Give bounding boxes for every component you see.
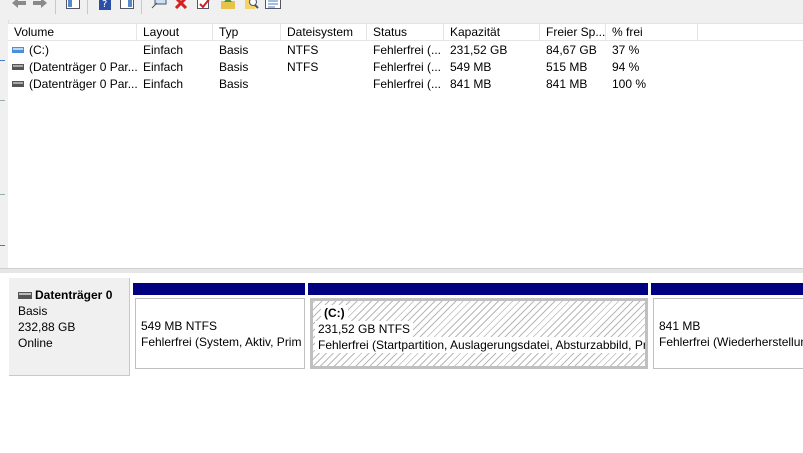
partition-status: Fehlerfrei (System, Aktiv, Prim — [141, 335, 302, 349]
disk-name: Datenträger 0 — [35, 288, 113, 302]
left-pane-marker — [0, 60, 5, 61]
column-header-volume[interactable]: Volume — [8, 24, 137, 41]
partition-title: (C:) — [321, 305, 348, 321]
partition-bar — [308, 283, 648, 295]
partition-body: 841 MB Fehlerfrei (Wiederherstellun — [653, 298, 803, 369]
partition-size: 841 MB — [659, 319, 701, 333]
disk-type: Basis — [18, 304, 48, 318]
cell-typ: Basis — [219, 77, 249, 91]
partition-recovery[interactable]: 841 MB Fehlerfrei (Wiederherstellun — [651, 283, 803, 369]
toolbar-separator — [141, 0, 142, 14]
connect-icon[interactable] — [150, 0, 168, 13]
disk-info-panel[interactable]: Datenträger 0 Basis 232,88 GB Online — [9, 278, 130, 376]
left-pane-marker — [0, 100, 5, 101]
cell-layout: Einfach — [143, 43, 184, 57]
back-arrow-icon[interactable] — [10, 0, 28, 13]
toolbar-separator — [55, 0, 56, 14]
cell-kapazitaet: 549 MB — [450, 60, 492, 74]
search-icon[interactable] — [243, 0, 261, 13]
cell-volume: (C:) — [29, 43, 49, 57]
disk-icon — [18, 291, 32, 299]
column-header-layout[interactable]: Layout — [137, 24, 213, 41]
show-pane-icon[interactable] — [64, 0, 82, 13]
disk-graphical-view: Datenträger 0 Basis 232,88 GB Online 549… — [0, 273, 803, 453]
volume-list: Volume Layout Typ Dateisystem Status Kap… — [8, 23, 803, 269]
cell-volume: (Datenträger 0 Par... — [29, 77, 137, 91]
cell-freier-speicher: 84,67 GB — [546, 43, 597, 57]
forward-arrow-icon[interactable] — [31, 0, 49, 13]
table-row[interactable]: (Datenträger 0 Par... Einfach Basis Fehl… — [8, 76, 803, 93]
partition-status: Fehlerfrei (Startpartition, Auslagerungs… — [315, 337, 645, 353]
disk-name-row: Datenträger 0 — [18, 287, 129, 303]
cell-dateisystem: NTFS — [287, 60, 319, 74]
properties-icon[interactable] — [118, 0, 136, 13]
table-row[interactable]: (C:) Einfach Basis NTFS Fehlerfrei (... … — [8, 42, 803, 59]
cell-kapazitaet: 231,52 GB — [450, 43, 508, 57]
partition-body-selected: (C:) 231,52 GB NTFS Fehlerfrei (Startpar… — [310, 298, 648, 369]
column-header-freier-speicher[interactable]: Freier Sp... — [540, 24, 606, 41]
toolbar: ? — [0, 0, 803, 20]
partition-size: 549 MB NTFS — [141, 319, 218, 333]
disk-size: 232,88 GB — [18, 320, 76, 334]
cell-prozent-frei: 100 % — [612, 77, 647, 91]
toolbar-separator — [87, 0, 88, 14]
cell-freier-speicher: 841 MB — [546, 77, 588, 91]
partition-bar — [651, 283, 803, 295]
partition-system[interactable]: 549 MB NTFS Fehlerfrei (System, Aktiv, P… — [133, 283, 305, 369]
cell-status: Fehlerfrei (... — [373, 43, 442, 57]
column-header-empty — [698, 24, 803, 41]
check-icon[interactable] — [195, 0, 213, 13]
cell-freier-speicher: 515 MB — [546, 60, 588, 74]
cell-layout: Einfach — [143, 77, 184, 91]
cell-status: Fehlerfrei (... — [373, 60, 442, 74]
cell-prozent-frei: 37 % — [612, 43, 640, 57]
cell-typ: Basis — [219, 43, 249, 57]
svg-text:?: ? — [102, 0, 107, 10]
column-header-status[interactable]: Status — [367, 24, 444, 41]
cell-status: Fehlerfrei (... — [373, 77, 442, 91]
column-header-row: Volume Layout Typ Dateisystem Status Kap… — [8, 24, 803, 42]
column-header-prozent-frei[interactable]: % frei — [606, 24, 698, 41]
table-row[interactable]: (Datenträger 0 Par... Einfach Basis NTFS… — [8, 59, 803, 76]
delete-icon[interactable] — [172, 0, 190, 13]
help-icon[interactable]: ? — [96, 0, 114, 13]
partition-body: 549 MB NTFS Fehlerfrei (System, Aktiv, P… — [135, 298, 305, 369]
cell-prozent-frei: 94 % — [612, 60, 640, 74]
partition-c[interactable]: (C:) 231,52 GB NTFS Fehlerfrei (Startpar… — [308, 283, 648, 369]
column-header-typ[interactable]: Typ — [213, 24, 281, 41]
left-pane-marker — [0, 194, 5, 195]
cell-dateisystem — [281, 76, 367, 93]
partition-status: Fehlerfrei (Wiederherstellun — [659, 335, 803, 349]
cell-kapazitaet: 841 MB — [450, 77, 492, 91]
cell-volume: (Datenträger 0 Par... — [29, 60, 137, 74]
import-icon[interactable] — [219, 0, 237, 13]
cell-dateisystem: NTFS — [287, 43, 319, 57]
cell-layout: Einfach — [143, 60, 184, 74]
settings-list-icon[interactable] — [264, 0, 282, 13]
cell-typ: Basis — [219, 60, 249, 74]
disk-status: Online — [18, 336, 53, 350]
partition-bar — [133, 283, 305, 295]
column-header-kapazitaet[interactable]: Kapazität — [444, 24, 540, 41]
partition-size: 231,52 GB NTFS — [315, 321, 414, 337]
column-header-dateisystem[interactable]: Dateisystem — [281, 24, 367, 41]
left-pane-marker — [0, 245, 5, 246]
